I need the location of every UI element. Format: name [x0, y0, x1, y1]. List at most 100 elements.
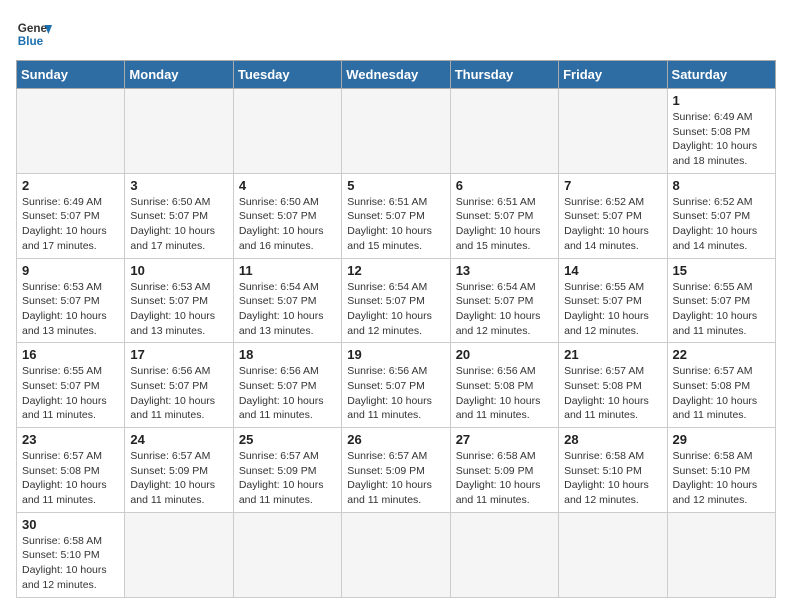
weekday-header-thursday: Thursday — [450, 61, 558, 89]
day-info: Sunrise: 6:57 AM Sunset: 5:08 PM Dayligh… — [673, 364, 770, 423]
day-number: 3 — [130, 178, 227, 193]
weekday-header-sunday: Sunday — [17, 61, 125, 89]
day-number: 24 — [130, 432, 227, 447]
day-info: Sunrise: 6:52 AM Sunset: 5:07 PM Dayligh… — [564, 195, 661, 254]
calendar-cell: 8 Sunrise: 6:52 AM Sunset: 5:07 PM Daylig… — [667, 173, 775, 258]
calendar-cell: 27Sunrise: 6:58 AM Sunset: 5:09 PM Dayli… — [450, 428, 558, 513]
day-number: 28 — [564, 432, 661, 447]
calendar-cell: 3 Sunrise: 6:50 AM Sunset: 5:07 PM Daylig… — [125, 173, 233, 258]
day-number: 15 — [673, 263, 770, 278]
day-number: 5 — [347, 178, 444, 193]
day-info: Sunrise: 6:58 AM Sunset: 5:10 PM Dayligh… — [22, 534, 119, 593]
day-info: Sunrise: 6:57 AM Sunset: 5:08 PM Dayligh… — [564, 364, 661, 423]
calendar-cell — [125, 512, 233, 597]
day-info: Sunrise: 6:55 AM Sunset: 5:07 PM Dayligh… — [564, 280, 661, 339]
day-number: 12 — [347, 263, 444, 278]
day-number: 26 — [347, 432, 444, 447]
day-number: 6 — [456, 178, 553, 193]
day-number: 13 — [456, 263, 553, 278]
calendar-cell: 9Sunrise: 6:53 AM Sunset: 5:07 PM Daylig… — [17, 258, 125, 343]
day-number: 7 — [564, 178, 661, 193]
day-info: Sunrise: 6:53 AM Sunset: 5:07 PM Dayligh… — [130, 280, 227, 339]
calendar-cell: 24 Sunrise: 6:57 AM Sunset: 5:09 PM Dayli… — [125, 428, 233, 513]
calendar-cell: 20Sunrise: 6:56 AM Sunset: 5:08 PM Dayli… — [450, 343, 558, 428]
day-info: Sunrise: 6:51 AM Sunset: 5:07 PM Dayligh… — [347, 195, 444, 254]
calendar-cell — [559, 89, 667, 174]
day-info: Sunrise: 6:58 AM Sunset: 5:09 PM Dayligh… — [456, 449, 553, 508]
day-number: 20 — [456, 347, 553, 362]
calendar-cell: 15 Sunrise: 6:55 AM Sunset: 5:07 PM Dayli… — [667, 258, 775, 343]
day-number: 2 — [22, 178, 119, 193]
page-header: General Blue — [16, 16, 776, 52]
weekday-header-friday: Friday — [559, 61, 667, 89]
calendar-cell: 19 Sunrise: 6:56 AM Sunset: 5:07 PM Dayli… — [342, 343, 450, 428]
day-number: 29 — [673, 432, 770, 447]
day-info: Sunrise: 6:57 AM Sunset: 5:08 PM Dayligh… — [22, 449, 119, 508]
calendar-cell — [559, 512, 667, 597]
calendar-cell: 10 Sunrise: 6:53 AM Sunset: 5:07 PM Dayli… — [125, 258, 233, 343]
day-info: Sunrise: 6:50 AM Sunset: 5:07 PM Dayligh… — [239, 195, 336, 254]
day-info: Sunrise: 6:57 AM Sunset: 5:09 PM Dayligh… — [239, 449, 336, 508]
calendar-cell: 6 Sunrise: 6:51 AM Sunset: 5:07 PM Daylig… — [450, 173, 558, 258]
calendar-cell — [125, 89, 233, 174]
weekday-header-row: SundayMondayTuesdayWednesdayThursdayFrid… — [17, 61, 776, 89]
calendar-week-4: 16 Sunrise: 6:55 AM Sunset: 5:07 PM Dayli… — [17, 343, 776, 428]
weekday-header-saturday: Saturday — [667, 61, 775, 89]
day-number: 21 — [564, 347, 661, 362]
day-number: 1 — [673, 93, 770, 108]
calendar-week-2: 2 Sunrise: 6:49 AM Sunset: 5:07 PM Daylig… — [17, 173, 776, 258]
calendar-week-3: 9Sunrise: 6:53 AM Sunset: 5:07 PM Daylig… — [17, 258, 776, 343]
day-info: Sunrise: 6:56 AM Sunset: 5:07 PM Dayligh… — [239, 364, 336, 423]
day-info: Sunrise: 6:58 AM Sunset: 5:10 PM Dayligh… — [564, 449, 661, 508]
day-info: Sunrise: 6:50 AM Sunset: 5:07 PM Dayligh… — [130, 195, 227, 254]
calendar-cell: 21 Sunrise: 6:57 AM Sunset: 5:08 PM Dayli… — [559, 343, 667, 428]
day-info: Sunrise: 6:58 AM Sunset: 5:10 PM Dayligh… — [673, 449, 770, 508]
day-number: 16 — [22, 347, 119, 362]
calendar-cell — [233, 512, 341, 597]
calendar-cell: 23 Sunrise: 6:57 AM Sunset: 5:08 PM Dayli… — [17, 428, 125, 513]
calendar-week-5: 23 Sunrise: 6:57 AM Sunset: 5:08 PM Dayli… — [17, 428, 776, 513]
calendar-cell: 25 Sunrise: 6:57 AM Sunset: 5:09 PM Dayli… — [233, 428, 341, 513]
day-number: 10 — [130, 263, 227, 278]
calendar-cell: 4Sunrise: 6:50 AM Sunset: 5:07 PM Daylig… — [233, 173, 341, 258]
day-info: Sunrise: 6:54 AM Sunset: 5:07 PM Dayligh… — [456, 280, 553, 339]
day-number: 25 — [239, 432, 336, 447]
day-info: Sunrise: 6:56 AM Sunset: 5:07 PM Dayligh… — [347, 364, 444, 423]
calendar-cell — [667, 512, 775, 597]
day-info: Sunrise: 6:55 AM Sunset: 5:07 PM Dayligh… — [673, 280, 770, 339]
day-number: 19 — [347, 347, 444, 362]
day-info: Sunrise: 6:57 AM Sunset: 5:09 PM Dayligh… — [130, 449, 227, 508]
calendar-cell: 2 Sunrise: 6:49 AM Sunset: 5:07 PM Daylig… — [17, 173, 125, 258]
day-number: 23 — [22, 432, 119, 447]
calendar-cell: 13 Sunrise: 6:54 AM Sunset: 5:07 PM Dayli… — [450, 258, 558, 343]
day-info: Sunrise: 6:49 AM Sunset: 5:07 PM Dayligh… — [22, 195, 119, 254]
calendar-cell: 5 Sunrise: 6:51 AM Sunset: 5:07 PM Daylig… — [342, 173, 450, 258]
svg-text:Blue: Blue — [18, 35, 44, 48]
day-number: 14 — [564, 263, 661, 278]
day-info: Sunrise: 6:49 AM Sunset: 5:08 PM Dayligh… — [673, 110, 770, 169]
calendar-cell: 30 Sunrise: 6:58 AM Sunset: 5:10 PM Dayli… — [17, 512, 125, 597]
day-info: Sunrise: 6:56 AM Sunset: 5:07 PM Dayligh… — [130, 364, 227, 423]
calendar-cell: 11Sunrise: 6:54 AM Sunset: 5:07 PM Dayli… — [233, 258, 341, 343]
day-info: Sunrise: 6:57 AM Sunset: 5:09 PM Dayligh… — [347, 449, 444, 508]
calendar-cell: 17Sunrise: 6:56 AM Sunset: 5:07 PM Dayli… — [125, 343, 233, 428]
calendar-table: SundayMondayTuesdayWednesdayThursdayFrid… — [16, 60, 776, 598]
logo: General Blue — [16, 16, 52, 52]
day-info: Sunrise: 6:51 AM Sunset: 5:07 PM Dayligh… — [456, 195, 553, 254]
calendar-cell: 12 Sunrise: 6:54 AM Sunset: 5:07 PM Dayli… — [342, 258, 450, 343]
logo-icon: General Blue — [16, 16, 52, 52]
calendar-cell — [342, 89, 450, 174]
calendar-cell: 28 Sunrise: 6:58 AM Sunset: 5:10 PM Dayli… — [559, 428, 667, 513]
calendar-cell: 29 Sunrise: 6:58 AM Sunset: 5:10 PM Dayli… — [667, 428, 775, 513]
day-number: 8 — [673, 178, 770, 193]
weekday-header-wednesday: Wednesday — [342, 61, 450, 89]
calendar-cell: 1 Sunrise: 6:49 AM Sunset: 5:08 PM Daylig… — [667, 89, 775, 174]
day-info: Sunrise: 6:55 AM Sunset: 5:07 PM Dayligh… — [22, 364, 119, 423]
calendar-cell — [342, 512, 450, 597]
day-info: Sunrise: 6:52 AM Sunset: 5:07 PM Dayligh… — [673, 195, 770, 254]
day-info: Sunrise: 6:54 AM Sunset: 5:07 PM Dayligh… — [347, 280, 444, 339]
calendar-cell: 14 Sunrise: 6:55 AM Sunset: 5:07 PM Dayli… — [559, 258, 667, 343]
day-number: 30 — [22, 517, 119, 532]
calendar-cell — [450, 89, 558, 174]
calendar-cell: 26 Sunrise: 6:57 AM Sunset: 5:09 PM Dayli… — [342, 428, 450, 513]
